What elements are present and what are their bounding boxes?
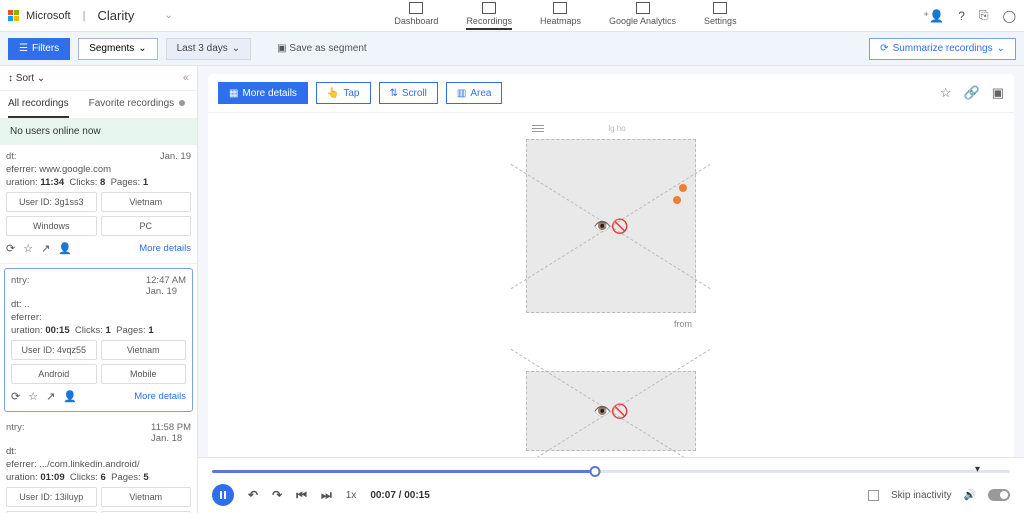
header-actions: ⁺👤 ? ⎘ ◯ xyxy=(923,8,1016,23)
tap-indicator xyxy=(679,184,687,192)
chevron-down-icon[interactable]: ⌄ xyxy=(164,10,172,21)
save-segment[interactable]: ▣ Save as segment xyxy=(277,43,367,54)
dashboard-icon xyxy=(409,2,423,14)
ga-icon xyxy=(636,2,650,14)
viewer-toolbar: ▦ More details 👆 Tap ⇅ Scroll ▥ Area ☆ 🔗… xyxy=(208,74,1014,113)
recording-card[interactable]: dt:Jan. 19 eferrer: www.google.com urati… xyxy=(0,145,197,264)
no-users-alert: No users online now xyxy=(0,119,197,145)
heatmaps-icon xyxy=(553,2,567,14)
image-placeholder: 👁‍🚫 xyxy=(526,139,696,313)
volume-icon[interactable]: 🔊 xyxy=(964,490,976,501)
nav-ga[interactable]: Google Analytics xyxy=(609,2,676,30)
player-bar: ▾ ↶ ↷ ⏮ ⏭ 1x 00:07 / 00:15 Skip inactivi… xyxy=(198,457,1024,513)
summarize-button[interactable]: ⟳ Summarize recordings ⌄ xyxy=(869,38,1016,60)
nav-dashboard[interactable]: Dashboard xyxy=(394,2,438,30)
viewer-pane: ▦ More details 👆 Tap ⇅ Scroll ▥ Area ☆ 🔗… xyxy=(198,66,1024,513)
brand-app[interactable]: Clarity xyxy=(97,8,134,23)
time-display: 00:07 / 00:15 xyxy=(370,490,430,501)
segments-button[interactable]: Segments ⌄ xyxy=(78,38,157,60)
star-icon[interactable]: ☆ xyxy=(28,390,38,403)
settings-icon xyxy=(713,2,727,14)
eye-blocked-icon: 👁‍🚫 xyxy=(594,403,629,420)
sort-row: ↕ Sort ⌄ « xyxy=(0,66,197,91)
add-user-icon[interactable]: ⁺👤 xyxy=(923,9,944,23)
prev-icon[interactable]: ⏮ xyxy=(296,488,307,503)
area-button[interactable]: ▥ Area xyxy=(446,82,503,104)
more-details-link[interactable]: More details xyxy=(139,243,191,254)
tap-indicator xyxy=(673,196,681,204)
brand-ms: Microsoft xyxy=(26,10,71,22)
seek-thumb[interactable] xyxy=(590,466,601,477)
top-nav: Dashboard Recordings Heatmaps Google Ana… xyxy=(394,2,736,30)
image-placeholder: 👁‍🚫 xyxy=(526,371,696,451)
window-icon[interactable]: ▣ xyxy=(992,85,1004,101)
mobile-screen: lg ho 👁‍🚫 from 👁‍🚫 xyxy=(526,117,696,457)
recording-card-selected[interactable]: ntry:12:47 AMJan. 19 dt: .. eferrer: ura… xyxy=(4,268,193,412)
more-details-button[interactable]: ▦ More details xyxy=(218,82,308,104)
chip-country[interactable]: Vietnam xyxy=(101,192,192,212)
sort-dropdown[interactable]: ↕ Sort ⌄ xyxy=(8,73,45,84)
person-icon[interactable]: 👤 xyxy=(58,242,72,255)
refresh-icon[interactable]: ⟳ xyxy=(6,242,15,255)
nav-settings[interactable]: Settings xyxy=(704,2,737,30)
person-icon[interactable]: 👤 xyxy=(63,390,77,403)
screen-header: lg ho xyxy=(526,117,696,139)
rewind-icon[interactable]: ↶ xyxy=(248,488,258,502)
eye-blocked-icon: 👁‍🚫 xyxy=(594,218,629,235)
sidebar-tabs: All recordings Favorite recordings xyxy=(0,91,197,119)
app-header: Microsoft | Clarity ⌄ Dashboard Recordin… xyxy=(0,0,1024,32)
toggle[interactable] xyxy=(988,489,1010,501)
tab-all[interactable]: All recordings xyxy=(8,91,69,118)
forward-icon[interactable]: ↷ xyxy=(272,488,282,502)
chip-device[interactable]: PC xyxy=(101,216,192,236)
help-icon[interactable]: ? xyxy=(958,9,965,23)
player-controls: ↶ ↷ ⏮ ⏭ 1x 00:07 / 00:15 Skip inactivity… xyxy=(212,484,1010,506)
nav-recordings[interactable]: Recordings xyxy=(466,2,512,30)
chip-user[interactable]: User ID: 3g1ss3 xyxy=(6,192,97,212)
collapse-icon[interactable]: « xyxy=(183,72,189,84)
share-icon[interactable]: ↗ xyxy=(46,390,55,403)
star-icon[interactable]: ☆ xyxy=(940,85,952,101)
chip-os[interactable]: Windows xyxy=(6,216,97,236)
scroll-button[interactable]: ⇅ Scroll xyxy=(379,82,438,104)
recording-stage: lg ho 👁‍🚫 from 👁‍🚫 xyxy=(208,113,1014,457)
brand: Microsoft | Clarity ⌄ xyxy=(8,8,208,23)
caption: from xyxy=(526,313,696,335)
nav-heatmaps[interactable]: Heatmaps xyxy=(540,2,581,30)
recording-card[interactable]: ntry:11:58 PMJan. 18 dt: eferrer: .../co… xyxy=(0,416,197,513)
star-icon[interactable]: ☆ xyxy=(23,242,33,255)
refresh-icon[interactable]: ⟳ xyxy=(11,390,20,403)
next-icon[interactable]: ⏭ xyxy=(321,488,332,503)
hamburger-icon[interactable] xyxy=(532,125,544,132)
recordings-sidebar: ↕ Sort ⌄ « All recordings Favorite recor… xyxy=(0,66,198,513)
dot-icon xyxy=(179,100,185,106)
recordings-icon xyxy=(482,2,496,14)
skip-checkbox[interactable] xyxy=(868,490,879,501)
collapse-caret-icon[interactable]: ▾ xyxy=(975,464,980,475)
seek-track[interactable]: ▾ xyxy=(212,466,1010,476)
share-icon[interactable]: ↗ xyxy=(41,242,50,255)
account-icon[interactable]: ◯ xyxy=(1003,9,1016,23)
filter-toolbar: ☰ Filters Segments ⌄ Last 3 days ⌄ ▣ Sav… xyxy=(0,32,1024,66)
viewer-actions: ☆ 🔗 ▣ xyxy=(940,85,1004,101)
date-range-button[interactable]: Last 3 days ⌄ xyxy=(166,38,252,60)
brand-divider: | xyxy=(83,10,86,22)
pause-button[interactable] xyxy=(212,484,234,506)
tab-fav[interactable]: Favorite recordings xyxy=(89,91,185,118)
speed[interactable]: 1x xyxy=(346,490,357,501)
tap-button[interactable]: 👆 Tap xyxy=(316,82,371,104)
link-icon[interactable]: 🔗 xyxy=(964,85,980,101)
copy-icon[interactable]: ⎘ xyxy=(979,8,989,23)
recordings-list[interactable]: dt:Jan. 19 eferrer: www.google.com urati… xyxy=(0,145,197,513)
microsoft-logo-icon xyxy=(8,10,20,22)
more-details-link[interactable]: More details xyxy=(134,391,186,402)
filters-button[interactable]: ☰ Filters xyxy=(8,38,70,60)
